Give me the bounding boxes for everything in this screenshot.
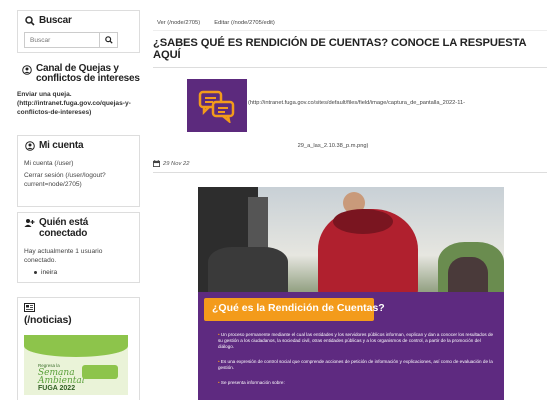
poster-paragraph-3: • Se presenta información sobre:	[218, 380, 285, 385]
poster-paragraph-1: • Un proceso permanente mediante el cual…	[218, 332, 494, 349]
online-title: Quién está conectado	[24, 217, 133, 239]
search-button[interactable]	[100, 32, 118, 48]
logout-link[interactable]: Cerrar sesión (/user/logout?current=node…	[24, 171, 133, 189]
my-account-link[interactable]: Mi cuenta (/user)	[24, 159, 133, 168]
main-content: Ver (/node/2705) Editar (/node/2705/edit…	[153, 10, 547, 173]
chat-bubbles-icon	[198, 90, 235, 123]
account-block: Mi cuenta Mi cuenta (/user) Cerrar sesió…	[17, 135, 140, 207]
complaints-title: Canal de Quejas y conflictos de interese…	[17, 64, 140, 84]
article-poster-image: ¿Qué es la Rendición de Cuentas? • Un pr…	[198, 187, 504, 400]
search-block: Buscar	[17, 10, 140, 53]
search-icon	[104, 36, 113, 44]
leaves-decoration	[24, 335, 128, 357]
account-title: Mi cuenta	[24, 140, 133, 151]
search-input[interactable]	[24, 32, 100, 48]
complaints-link-url[interactable]: (http://intranet.fuga.gov.co/quejas-y-co…	[17, 99, 140, 117]
newspaper-icon	[24, 302, 35, 313]
sidebar: Buscar Canal de Quejas y conflictos de i…	[17, 10, 140, 400]
news-title[interactable]: (/noticias)	[24, 302, 133, 326]
image-url-line1[interactable]: (http://intranet.fuga.gov.co/sites/defau…	[248, 99, 465, 107]
user-circle-icon	[21, 64, 32, 75]
post-date: 29 Nov 22	[153, 160, 547, 173]
tab-view[interactable]: Ver (/node/2705)	[157, 20, 200, 26]
image-url-line2[interactable]: 29_a_las_2.10.38_p.m.png)	[183, 143, 483, 149]
complaints-block: Canal de Quejas y conflictos de interese…	[17, 58, 140, 135]
thumb-badge	[82, 365, 118, 379]
page-title: ¿SABES QUÉ ES RENDICIÓN DE CUENTAS? CONO…	[153, 37, 547, 68]
online-text: Hay actualmente 1 usuario conectado.	[24, 248, 103, 264]
users-icon	[24, 217, 35, 228]
poster-paragraph-2: • Es una expresión de control social que…	[218, 359, 493, 370]
crowd	[208, 247, 288, 297]
poster-heading: ¿Qué es la Rendición de Cuentas?	[212, 302, 385, 314]
search-block-title: Buscar	[24, 15, 133, 26]
poster-photo	[198, 187, 504, 301]
news-thumbnail[interactable]: Regresa la Semana Ambiental FUGA 2022	[24, 335, 128, 395]
user-circle-icon	[24, 140, 35, 151]
search-icon	[24, 15, 35, 26]
tab-edit[interactable]: Editar (/node/2705/edit)	[214, 20, 275, 26]
local-tasks: Ver (/node/2705) Editar (/node/2705/edit…	[153, 10, 547, 31]
search-title: Buscar	[39, 15, 72, 26]
image-field: (http://intranet.fuga.gov.co/sites/defau…	[187, 79, 547, 132]
news-block: (/noticias) Regresa la Semana Ambiental …	[17, 297, 140, 400]
chat-bubbles-image[interactable]	[187, 79, 247, 132]
complaints-link-text[interactable]: Enviar una queja.	[17, 90, 140, 99]
online-block: Quién está conectado Hay actualmente 1 u…	[17, 212, 140, 283]
calendar-icon	[153, 160, 160, 167]
online-user-item[interactable]: ineira	[34, 269, 133, 276]
